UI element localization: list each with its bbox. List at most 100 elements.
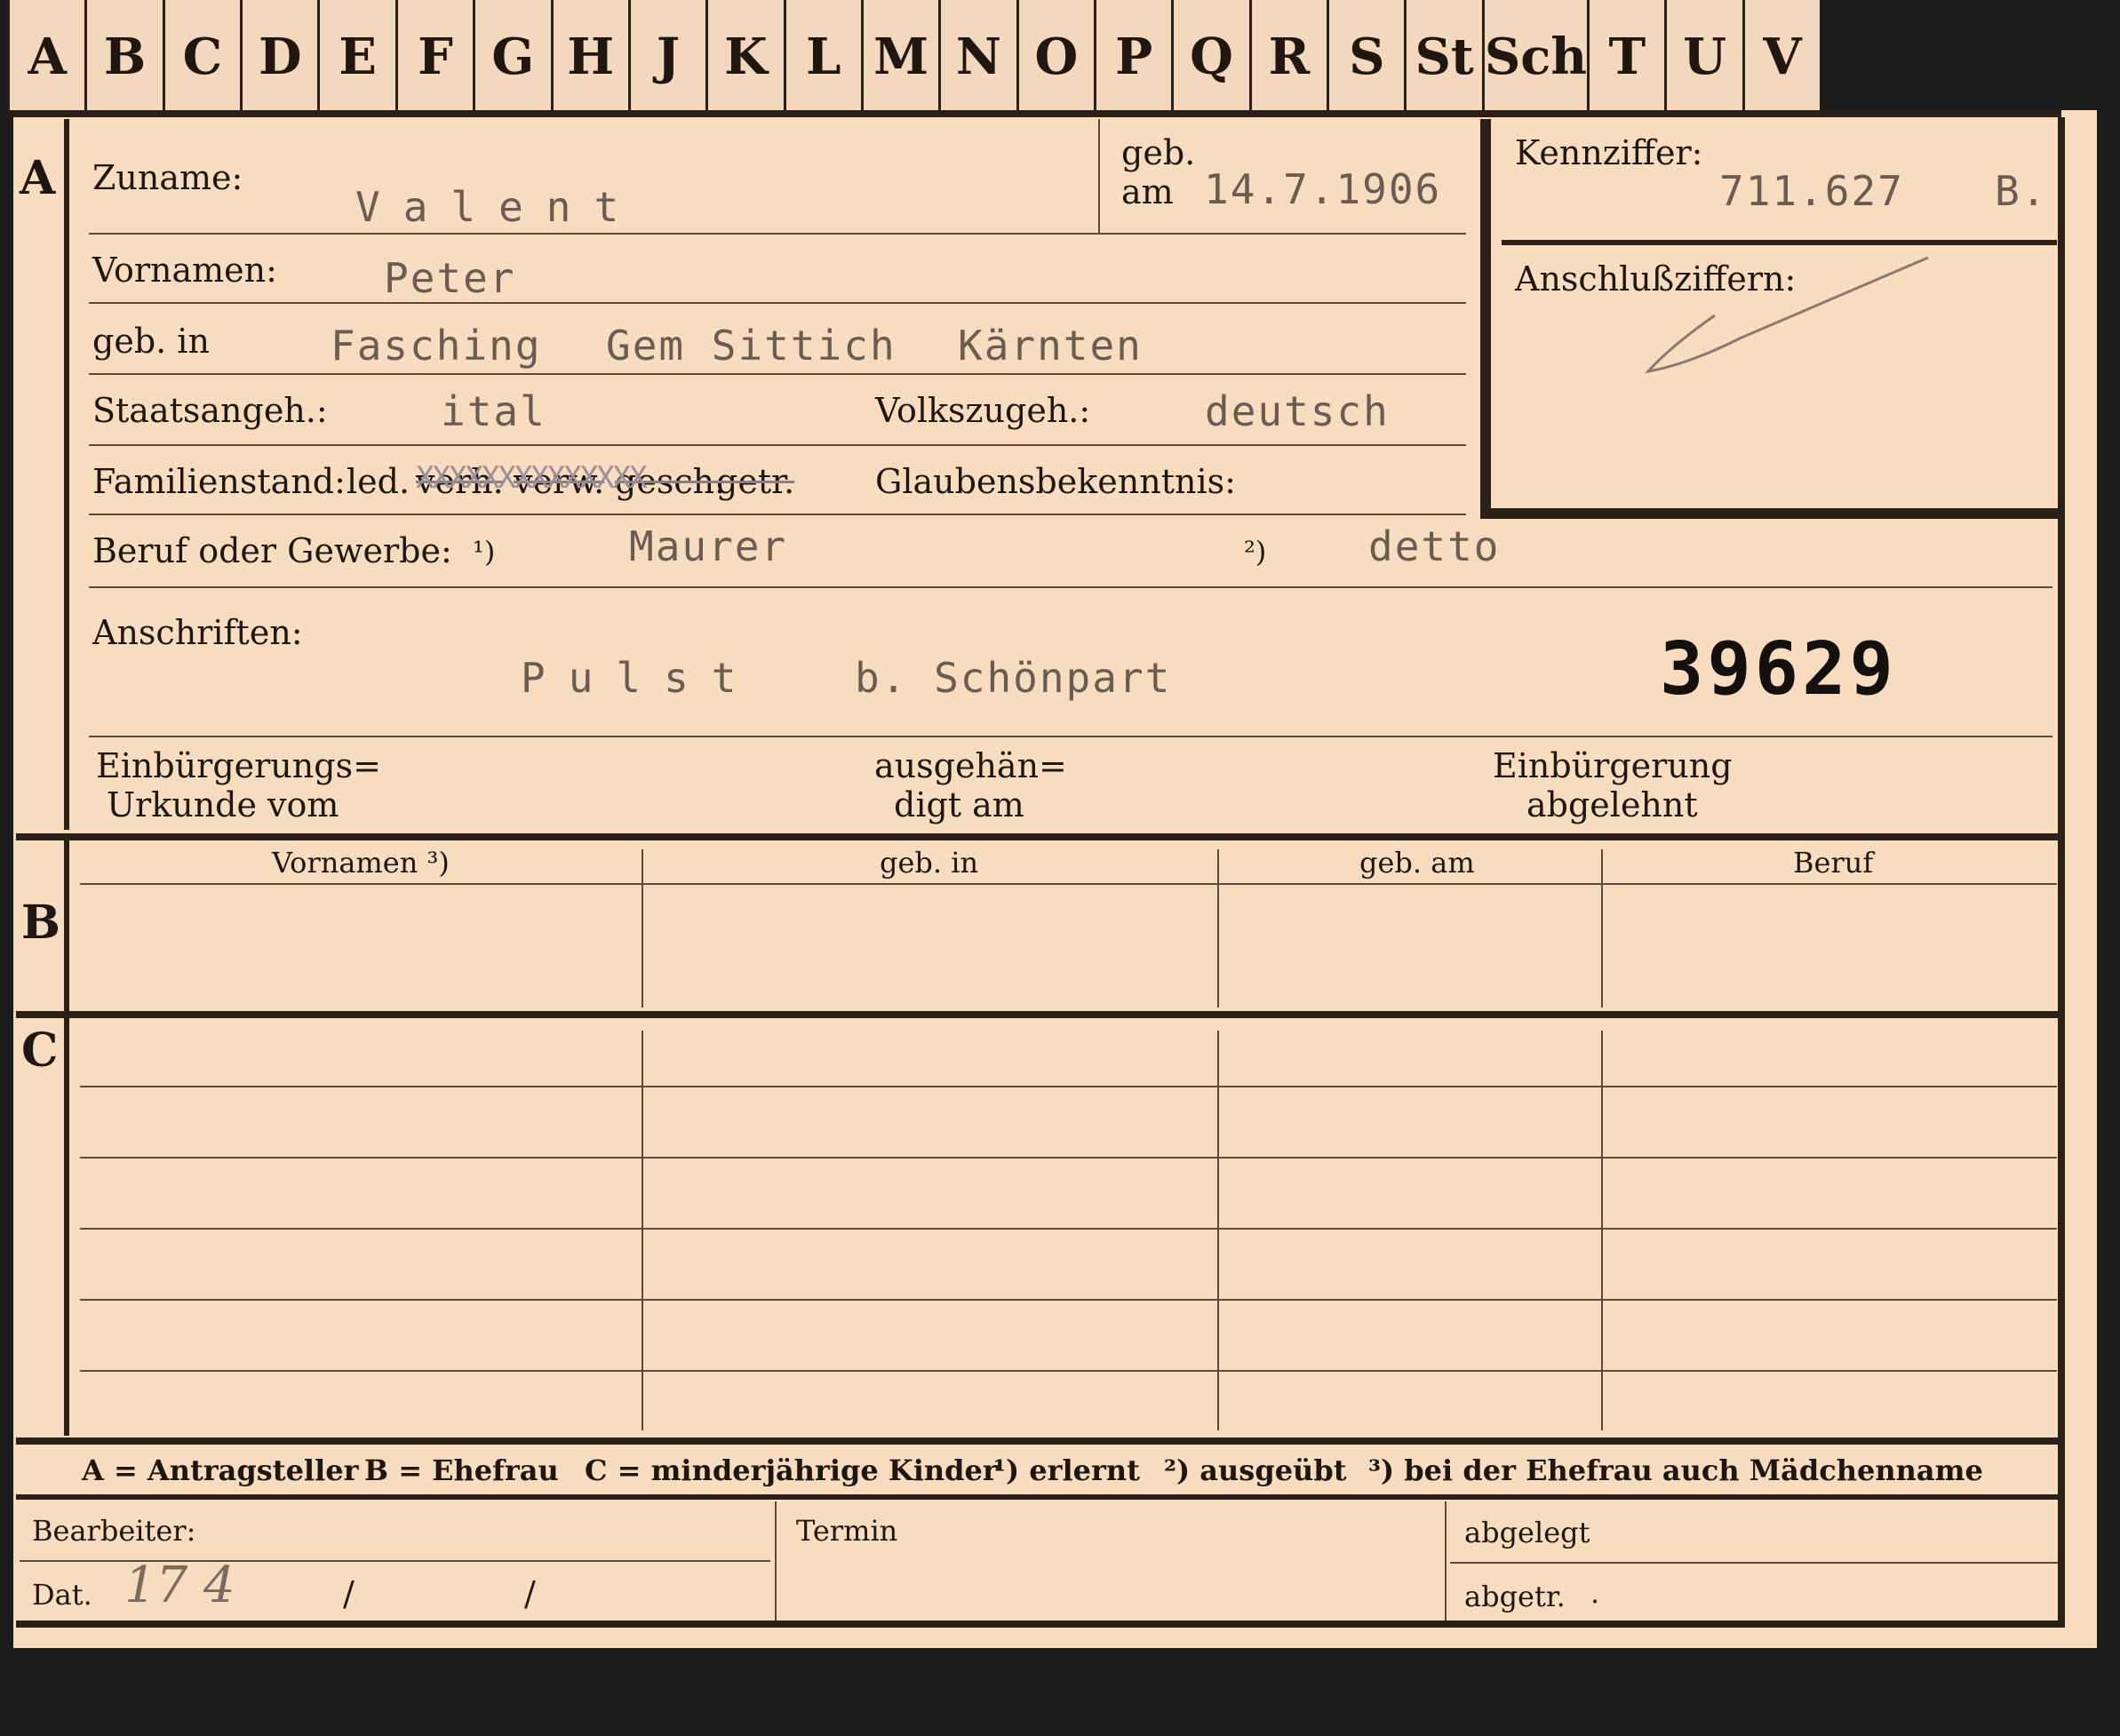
- dat-handwritten: 17 4: [124, 1557, 235, 1614]
- section-c-row-rule: [80, 1086, 2057, 1087]
- section-a-left-rule: [64, 119, 69, 830]
- tab-letter: F: [395, 0, 476, 114]
- kennziffer-box-left: [1480, 119, 1491, 519]
- beruf-note2: ²): [1244, 535, 1267, 569]
- legend-bottom-rule: [16, 1494, 2061, 1500]
- section-b-left-rule: [64, 840, 69, 1011]
- rule-geb-divider: [1098, 119, 1100, 233]
- abgelegt-label: abgelegt: [1464, 1516, 1590, 1549]
- termin-label: Termin: [796, 1514, 898, 1548]
- tab-letter: V: [1741, 0, 1823, 114]
- anschrift-value: Pulst: [521, 654, 760, 702]
- tab-letter: C: [162, 0, 243, 114]
- gebin-place: Fasching: [331, 322, 542, 370]
- rule-anschrift: [89, 736, 2052, 737]
- kennziffer-suffix: B.: [1995, 167, 2048, 215]
- legend-note2: ²) ausgeübt: [1164, 1453, 1347, 1487]
- legend-note1: ¹) erlernt: [993, 1453, 1140, 1487]
- geb-datum-value: 14.7.1906: [1204, 165, 1442, 213]
- anschrift-value-2: b. Schönpart: [855, 654, 1172, 702]
- tab-letter: R: [1248, 0, 1330, 114]
- tab-letter: U: [1664, 0, 1745, 114]
- section-b-col-divider-1: [642, 849, 643, 1007]
- footer-abgelegt-rule: [1450, 1562, 2063, 1564]
- am-label: am: [1121, 172, 1174, 211]
- beruf-ausgeuebt-value: detto: [1368, 522, 1501, 570]
- kennziffer-box-bottom: [1480, 508, 2061, 519]
- section-b-col-divider-3: [1601, 849, 1603, 1007]
- kennziffer-divider: [1502, 240, 2057, 245]
- geb-label: geb.: [1121, 133, 1196, 172]
- tab-letter: K: [705, 0, 786, 114]
- kennziffer-value: 711.627: [1719, 167, 1904, 215]
- card-bottom-rule: [16, 1621, 2065, 1628]
- legend-a: A = Antragsteller: [82, 1453, 359, 1487]
- tab-letter: D: [240, 0, 321, 114]
- tab-letter: A: [7, 0, 88, 114]
- tab-letter: L: [783, 0, 864, 114]
- beruf-label: Beruf oder Gewerbe:: [92, 531, 452, 570]
- rule-familie: [89, 514, 1466, 515]
- tab-letter: P: [1094, 0, 1175, 114]
- tab-letter: T: [1587, 0, 1668, 114]
- zuname-label: Zuname:: [92, 158, 243, 197]
- staat-label: Staatsangeh.:: [92, 391, 328, 430]
- staat-value: ital: [441, 387, 546, 435]
- gebin-label: geb. in: [92, 322, 210, 361]
- rule-vornamen: [89, 302, 1466, 304]
- section-c-row-rule: [80, 1370, 2057, 1372]
- tabs-divider: [7, 110, 2061, 117]
- section-c-row-rule: [80, 1157, 2057, 1159]
- familie-strike-xs: XXXXXXXXXXXXXX: [416, 460, 648, 496]
- rule-zuname: [89, 233, 1466, 235]
- gebin-gem: Gem Sittich: [606, 322, 897, 370]
- tab-letter: O: [1016, 0, 1097, 114]
- legend-note3: ³) bei der Ehefrau auch Mädchenname: [1368, 1453, 1983, 1487]
- dat-slash-2: /: [524, 1574, 536, 1613]
- card-right-rule: [2058, 117, 2065, 1628]
- anschrift-label: Anschriften:: [92, 613, 303, 652]
- volk-value: deutsch: [1205, 387, 1390, 435]
- col-beruf: Beruf: [1793, 846, 1874, 880]
- familie-label: Familienstand:: [92, 462, 346, 501]
- col-gebin: geb. in: [880, 846, 979, 880]
- tab-letter: S: [1327, 0, 1407, 114]
- beruf-erlernt-value: Maurer: [629, 522, 788, 570]
- tab-letter: E: [317, 0, 398, 114]
- abgetr-dot: .: [1590, 1576, 1600, 1610]
- dat-label: Dat.: [32, 1578, 92, 1612]
- dat-slash-1: /: [343, 1574, 355, 1613]
- kennziffer-label: Kennziffer:: [1515, 133, 1703, 172]
- footer-divider-2: [1445, 1501, 1447, 1621]
- tab-letter: N: [938, 0, 1019, 114]
- gebin-land: Kärnten: [958, 322, 1143, 370]
- legend-b: B = Ehefrau: [364, 1453, 559, 1487]
- tab-letter: J: [627, 0, 709, 114]
- beruf-note1: ¹): [473, 535, 496, 569]
- zuname-value: Valent: [355, 183, 642, 231]
- section-c-label: C: [21, 1023, 59, 1078]
- col-gebam: geb. am: [1359, 846, 1475, 880]
- col-vornamen: Vornamen ³): [272, 846, 450, 880]
- section-b-label: B: [21, 896, 60, 950]
- ausgeh-label-1: ausgehän=: [874, 746, 1067, 785]
- tab-letter: Q: [1171, 0, 1252, 114]
- section-b-col-divider-2: [1217, 849, 1219, 1007]
- glaube-label: Glaubensbekenntnis:: [875, 462, 1236, 501]
- tab-letter: H: [550, 0, 631, 114]
- section-c-row-rule: [80, 1299, 2057, 1301]
- rule-beruf: [89, 586, 2052, 588]
- familie-led: led.: [347, 462, 410, 501]
- familie-getr: getr.: [716, 462, 795, 501]
- section-a-label: A: [20, 151, 56, 205]
- vornamen-label: Vornamen:: [92, 251, 277, 290]
- einb-label-1: Einbürgerungs=: [96, 746, 381, 785]
- section-c-left-rule: [64, 1018, 69, 1436]
- footer-divider-1: [775, 1501, 777, 1621]
- alphabet-tabs: A B C D E F G H J K L M N O P Q R S St Sch T U V: [7, 0, 1823, 114]
- handwritten-check-mark: [1644, 256, 1929, 374]
- rule-staat: [89, 444, 1466, 446]
- bearbeiter-label: Bearbeiter:: [32, 1514, 196, 1548]
- volk-label: Volkszugeh.:: [875, 391, 1091, 430]
- stamped-number: 39629: [1660, 627, 1897, 712]
